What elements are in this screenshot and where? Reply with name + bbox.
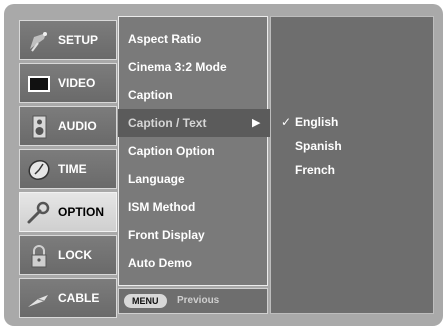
menu-item-caption[interactable]: Caption xyxy=(119,81,267,109)
menu-item-front-display[interactable]: Front Display xyxy=(119,221,267,249)
option-menu-panel: Aspect Ratio Cinema 3:2 Mode Caption Cap… xyxy=(118,16,297,286)
submenu-arrow-icon: ▶ xyxy=(252,117,261,129)
cable-plug-icon xyxy=(28,295,48,307)
monitor-icon xyxy=(28,76,50,92)
checkmark-icon: ✓ xyxy=(281,115,292,129)
submenu-option-label: Spanish xyxy=(295,139,342,153)
sidebar-item-time[interactable]: TIME xyxy=(19,149,117,189)
sidebar-item-label: AUDIO xyxy=(58,119,97,133)
sidebar-item-video[interactable]: VIDEO xyxy=(19,63,117,103)
sidebar-item-option[interactable]: OPTION xyxy=(19,192,117,232)
menu-item-label: Aspect Ratio xyxy=(128,32,202,46)
menu-item-label: Caption Option xyxy=(128,144,215,158)
submenu-option-label: English xyxy=(295,115,339,129)
sidebar-item-setup[interactable]: SETUP xyxy=(19,20,117,60)
wrench-icon xyxy=(27,201,50,224)
menu-item-caption-option[interactable]: Caption Option xyxy=(119,137,267,165)
sidebar-item-lock[interactable]: LOCK xyxy=(19,235,117,275)
sidebar-item-label: CABLE xyxy=(58,291,100,305)
menu-item-label: Auto Demo xyxy=(128,256,192,270)
menu-item-aspect-ratio[interactable]: Aspect Ratio xyxy=(119,25,267,53)
padlock-icon xyxy=(31,245,47,268)
submenu-option-french[interactable]: French xyxy=(295,163,335,177)
option-menu-list: Aspect Ratio Cinema 3:2 Mode Caption Cap… xyxy=(118,17,297,277)
satellite-dish-icon xyxy=(30,32,47,52)
sidebar-item-audio[interactable]: AUDIO xyxy=(19,106,117,146)
caption-text-submenu: ✓ English Spanish French xyxy=(270,16,434,314)
menu-item-label: Caption xyxy=(128,88,173,102)
menu-item-label: Caption / Text xyxy=(128,116,207,130)
sidebar-item-cable[interactable]: CABLE xyxy=(19,278,117,318)
menu-item-label: Cinema 3:2 Mode xyxy=(128,60,227,74)
sidebar-item-label: LOCK xyxy=(58,248,92,262)
menu-item-language[interactable]: Language xyxy=(119,165,267,193)
category-sidebar: SETUP VIDEO AUDIO TIME OPTION LOCK CABLE xyxy=(19,20,117,321)
menu-item-cinema-mode[interactable]: Cinema 3:2 Mode xyxy=(119,53,267,81)
submenu-option-english[interactable]: ✓ English xyxy=(281,115,339,129)
submenu-option-label: French xyxy=(295,163,336,177)
previous-hint-label: Previous xyxy=(177,295,220,306)
menu-item-label: Language xyxy=(128,172,185,186)
submenu-option-spanish[interactable]: Spanish xyxy=(295,139,342,153)
sidebar-item-label: SETUP xyxy=(58,33,99,47)
speaker-icon xyxy=(32,115,47,139)
navigation-hint-bar: MENU Previous xyxy=(118,288,268,314)
sidebar-item-label: TIME xyxy=(58,162,87,176)
menu-item-ism-method[interactable]: ISM Method xyxy=(119,193,267,221)
menu-item-auto-demo[interactable]: Auto Demo xyxy=(119,249,267,277)
sidebar-item-label: VIDEO xyxy=(58,76,96,90)
menu-item-label: ISM Method xyxy=(128,200,196,214)
menu-key-badge[interactable]: MENU xyxy=(124,294,167,308)
menu-item-label: Front Display xyxy=(128,228,205,242)
sidebar-item-label: OPTION xyxy=(58,205,105,219)
clock-icon xyxy=(28,159,50,181)
